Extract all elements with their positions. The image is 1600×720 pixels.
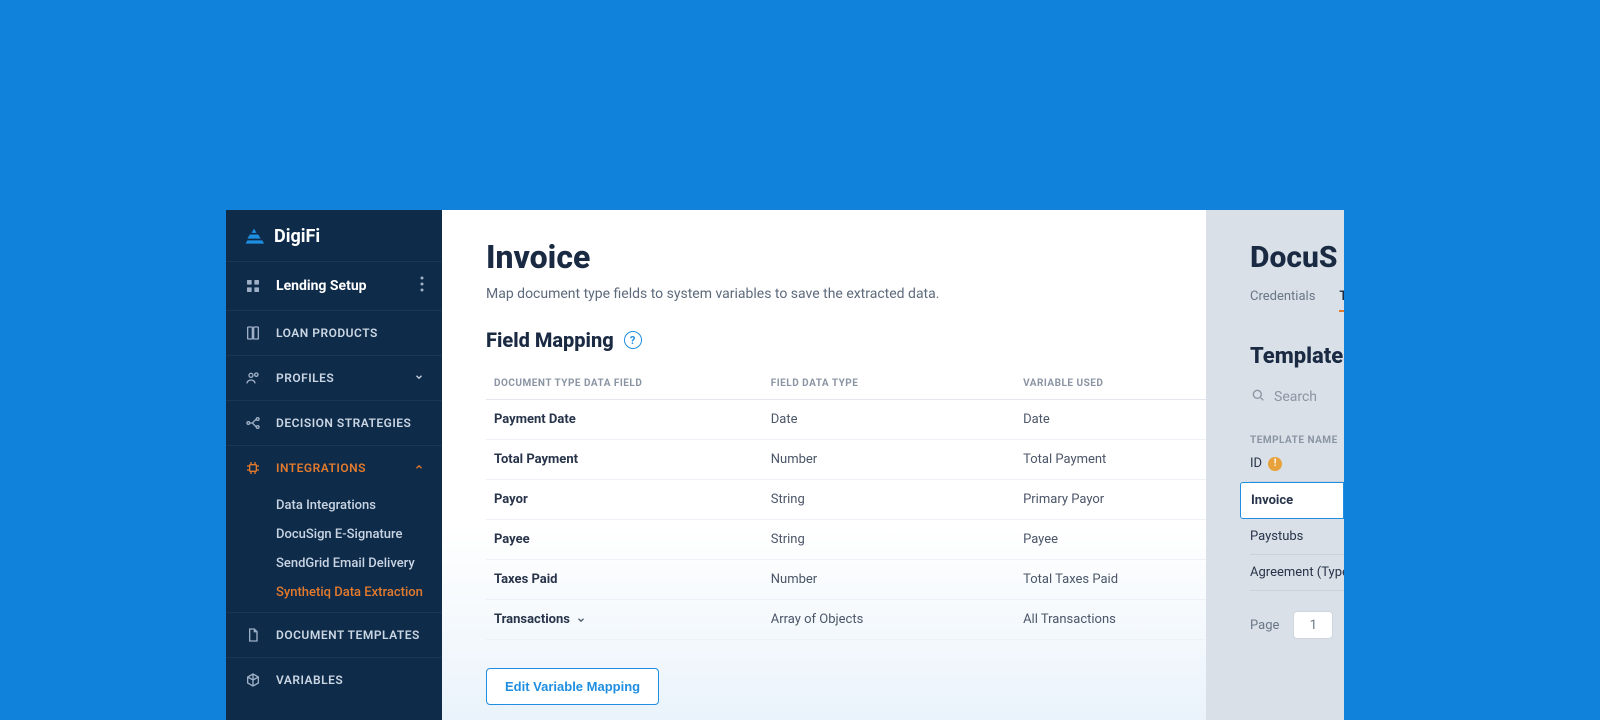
page-label: Page <box>1250 618 1279 633</box>
template-row-id[interactable]: ID ! <box>1250 446 1344 482</box>
page-title: Invoice <box>486 238 1300 276</box>
cell-type: Number <box>763 560 1015 600</box>
template-row-invoice[interactable]: Invoice <box>1240 482 1344 519</box>
col-type: FIELD DATA TYPE <box>763 368 1015 400</box>
nav-variables[interactable]: VARIABLES <box>226 657 442 702</box>
tab-templates[interactable]: T <box>1339 289 1344 312</box>
table-row[interactable]: Taxes PaidNumberTotal Taxes Paid <box>486 560 1300 600</box>
cell-field: Payor <box>486 480 763 520</box>
page-number[interactable]: 1 <box>1293 611 1333 639</box>
cell-type: String <box>763 480 1015 520</box>
book-icon <box>244 325 262 341</box>
sub-docusign[interactable]: DocuSign E-Signature <box>276 523 442 546</box>
cell-field: Payment Date <box>486 400 763 440</box>
template-name: Agreement (Type <box>1250 565 1344 580</box>
nav-label: LOAN PRODUCTS <box>276 326 378 340</box>
chevron-up-icon <box>414 461 424 475</box>
right-panel: DocuS Credentials T Templates Search TEM… <box>1206 210 1344 720</box>
cell-field: Payee <box>486 520 763 560</box>
search-input[interactable]: Search <box>1250 387 1344 407</box>
cell-field: Taxes Paid <box>486 560 763 600</box>
nav-integrations[interactable]: INTEGRATIONS <box>226 445 442 490</box>
brand: DigiFi <box>226 210 442 261</box>
templates-column-header: TEMPLATE NAME <box>1250 435 1344 446</box>
document-icon <box>244 627 262 643</box>
chevron-down-icon[interactable] <box>576 615 586 625</box>
chevron-down-icon <box>414 371 424 385</box>
template-row-agreement[interactable]: Agreement (Type <box>1250 555 1344 591</box>
nav-decision-strategies[interactable]: DECISION STRATEGIES <box>226 400 442 445</box>
col-field: DOCUMENT TYPE DATA FIELD <box>486 368 763 400</box>
cell-field: Transactions <box>486 600 763 640</box>
nav-label: INTEGRATIONS <box>276 461 366 475</box>
nav-label: VARIABLES <box>276 673 343 687</box>
users-icon <box>244 370 262 386</box>
right-section: Templates <box>1250 344 1344 369</box>
nav-loan-products[interactable]: LOAN PRODUCTS <box>226 310 442 355</box>
table-row[interactable]: PayeeStringPayee <box>486 520 1300 560</box>
nav-integrations-submenu: Data Integrations DocuSign E-Signature S… <box>226 490 442 612</box>
logo-icon <box>244 227 264 247</box>
grid-icon <box>244 278 262 294</box>
template-name: ID <box>1250 456 1262 471</box>
template-row-paystubs[interactable]: Paystubs <box>1250 519 1344 555</box>
table-row[interactable]: PayorStringPrimary Payor <box>486 480 1300 520</box>
brand-name: DigiFi <box>274 226 320 247</box>
nav-label: PROFILES <box>276 371 334 385</box>
tab-credentials[interactable]: Credentials <box>1250 289 1315 312</box>
sub-sendgrid[interactable]: SendGrid Email Delivery <box>276 552 442 575</box>
nav-label: Lending Setup <box>276 278 367 294</box>
nav-label: DECISION STRATEGIES <box>276 416 411 430</box>
chip-icon <box>244 460 262 476</box>
app-window: DigiFi Lending Setup LOAN PRODUCTS PROFI… <box>226 210 1344 720</box>
cell-type: String <box>763 520 1015 560</box>
table-row[interactable]: TransactionsArray of ObjectsAll Transact… <box>486 600 1300 640</box>
sub-data-integrations[interactable]: Data Integrations <box>276 494 442 517</box>
page-subtitle: Map document type fields to system varia… <box>486 286 1300 302</box>
cell-field: Total Payment <box>486 440 763 480</box>
nav-label: DOCUMENT TEMPLATES <box>276 628 420 642</box>
nav-lending-setup[interactable]: Lending Setup <box>226 261 442 310</box>
help-icon[interactable]: ? <box>624 331 642 349</box>
edit-variable-mapping-button[interactable]: Edit Variable Mapping <box>486 668 659 705</box>
warning-icon: ! <box>1268 457 1282 471</box>
section-title: Field Mapping ? <box>486 328 1300 352</box>
table-row[interactable]: Payment DateDateDate <box>486 400 1300 440</box>
more-icon[interactable] <box>420 276 424 296</box>
template-name: Paystubs <box>1250 529 1303 544</box>
right-title: DocuS <box>1250 240 1344 275</box>
table-row[interactable]: Total PaymentNumberTotal Payment <box>486 440 1300 480</box>
sidebar: DigiFi Lending Setup LOAN PRODUCTS PROFI… <box>226 210 442 720</box>
cube-icon <box>244 672 262 688</box>
pager: Page 1 <box>1250 611 1344 639</box>
field-mapping-table: DOCUMENT TYPE DATA FIELD FIELD DATA TYPE… <box>486 368 1300 640</box>
nav-document-templates[interactable]: DOCUMENT TEMPLATES <box>226 612 442 657</box>
section-label: Field Mapping <box>486 328 614 352</box>
cell-type: Number <box>763 440 1015 480</box>
cell-type: Array of Objects <box>763 600 1015 640</box>
sub-synthetiq[interactable]: Synthetiq Data Extraction <box>276 581 442 604</box>
cell-type: Date <box>763 400 1015 440</box>
right-tabs: Credentials T <box>1250 289 1344 312</box>
flow-icon <box>244 415 262 431</box>
template-name: Invoice <box>1251 493 1293 508</box>
nav-profiles[interactable]: PROFILES <box>226 355 442 400</box>
search-placeholder: Search <box>1274 389 1317 405</box>
search-icon <box>1250 387 1266 407</box>
